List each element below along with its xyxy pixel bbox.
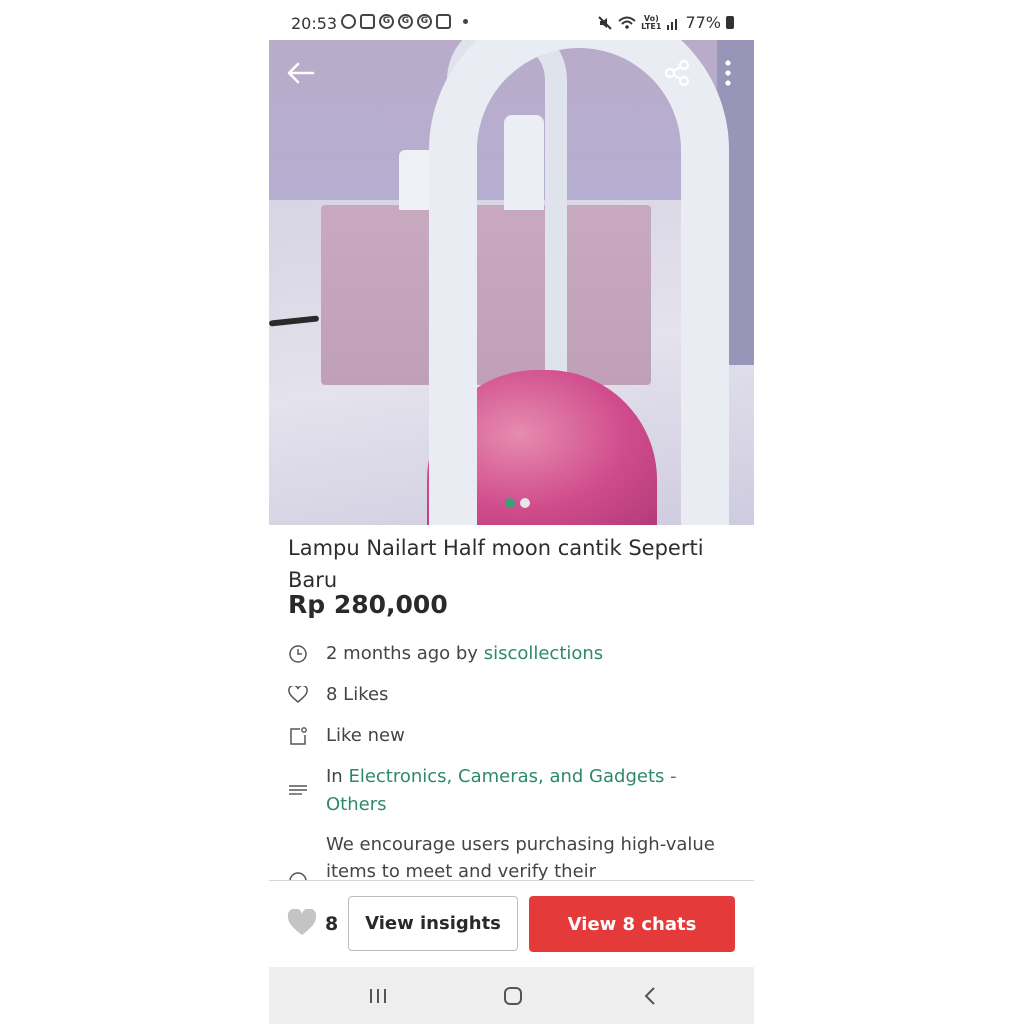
heart-outline-icon bbox=[288, 685, 308, 705]
category-row: In Electronics, Cameras, and Gadgets - O… bbox=[288, 763, 728, 819]
like-count: 8 bbox=[325, 913, 339, 935]
home-icon bbox=[504, 987, 522, 1005]
category-prefix: In bbox=[326, 766, 349, 787]
photo-lamp-arch bbox=[429, 40, 729, 525]
nav-back-button[interactable] bbox=[635, 982, 665, 1010]
bottom-action-bar: 8 View insights View 8 chats bbox=[269, 881, 754, 967]
share-button[interactable] bbox=[659, 55, 695, 91]
share-icon bbox=[664, 59, 690, 87]
gallery-icon bbox=[436, 14, 451, 29]
google-icon: G bbox=[398, 14, 413, 29]
carousel-indicator bbox=[505, 498, 530, 508]
system-navigation-bar bbox=[269, 967, 754, 1024]
shopee-icon bbox=[360, 14, 375, 29]
category-link[interactable]: Electronics, Cameras, and Gadgets - Othe… bbox=[326, 766, 677, 815]
product-image-carousel[interactable] bbox=[269, 40, 754, 525]
wifi-icon bbox=[618, 16, 636, 29]
whatsapp-icon bbox=[341, 14, 356, 29]
volte-icon: Vo) LTE1 bbox=[641, 13, 662, 31]
notification-icons: G G G bbox=[341, 14, 468, 29]
listing-title: Lampu Nailart Half moon cantik Seperti B… bbox=[288, 536, 704, 592]
recents-icon bbox=[370, 989, 386, 1003]
status-time: 20:53 bbox=[291, 14, 338, 33]
listing-price: Rp 280,000 bbox=[288, 590, 448, 619]
category-list-icon bbox=[288, 781, 308, 801]
mute-icon bbox=[598, 15, 612, 30]
carousel-dot-active[interactable] bbox=[505, 498, 515, 508]
likes-link[interactable]: 8 Likes bbox=[326, 681, 388, 709]
status-icons: Vo) LTE1 77% bbox=[597, 13, 734, 32]
likes-row: 8 Likes bbox=[288, 681, 388, 709]
home-button[interactable] bbox=[498, 982, 528, 1010]
recents-button[interactable] bbox=[363, 982, 393, 1010]
safety-notice-text: We encourage users purchasing high-value… bbox=[326, 834, 715, 880]
chevron-left-icon bbox=[644, 987, 655, 1005]
safety-notice-row: We encourage users purchasing high-value… bbox=[288, 831, 728, 880]
info-icon bbox=[288, 871, 308, 880]
carousel-dot[interactable] bbox=[520, 498, 530, 508]
google-icon: G bbox=[417, 14, 432, 29]
phone-screen: 20:53 G G G Vo) LTE1 77% Lampu Nailart H… bbox=[269, 0, 754, 1024]
view-chats-button[interactable]: View 8 chats bbox=[529, 896, 735, 952]
back-arrow-icon bbox=[287, 62, 315, 84]
condition-tag-icon bbox=[288, 726, 308, 746]
more-options-button[interactable] bbox=[710, 55, 746, 91]
battery-icon bbox=[726, 16, 734, 29]
more-vertical-icon bbox=[725, 60, 731, 86]
posted-time: 2 months ago by bbox=[326, 643, 484, 664]
seller-link[interactable]: siscollections bbox=[484, 643, 604, 664]
view-insights-button[interactable]: View insights bbox=[348, 896, 518, 951]
more-notifications-dot bbox=[463, 19, 468, 24]
battery-percent: 77% bbox=[685, 13, 721, 32]
google-icon: G bbox=[379, 14, 394, 29]
condition-row: Like new bbox=[288, 722, 405, 750]
signal-icon bbox=[667, 18, 678, 30]
like-heart-icon[interactable] bbox=[287, 909, 317, 937]
posted-row: 2 months ago by siscollections bbox=[288, 640, 603, 668]
status-bar: 20:53 G G G Vo) LTE1 77% bbox=[269, 0, 754, 40]
clock-icon bbox=[288, 644, 308, 664]
back-button[interactable] bbox=[283, 55, 319, 91]
condition-value: Like new bbox=[326, 725, 405, 746]
